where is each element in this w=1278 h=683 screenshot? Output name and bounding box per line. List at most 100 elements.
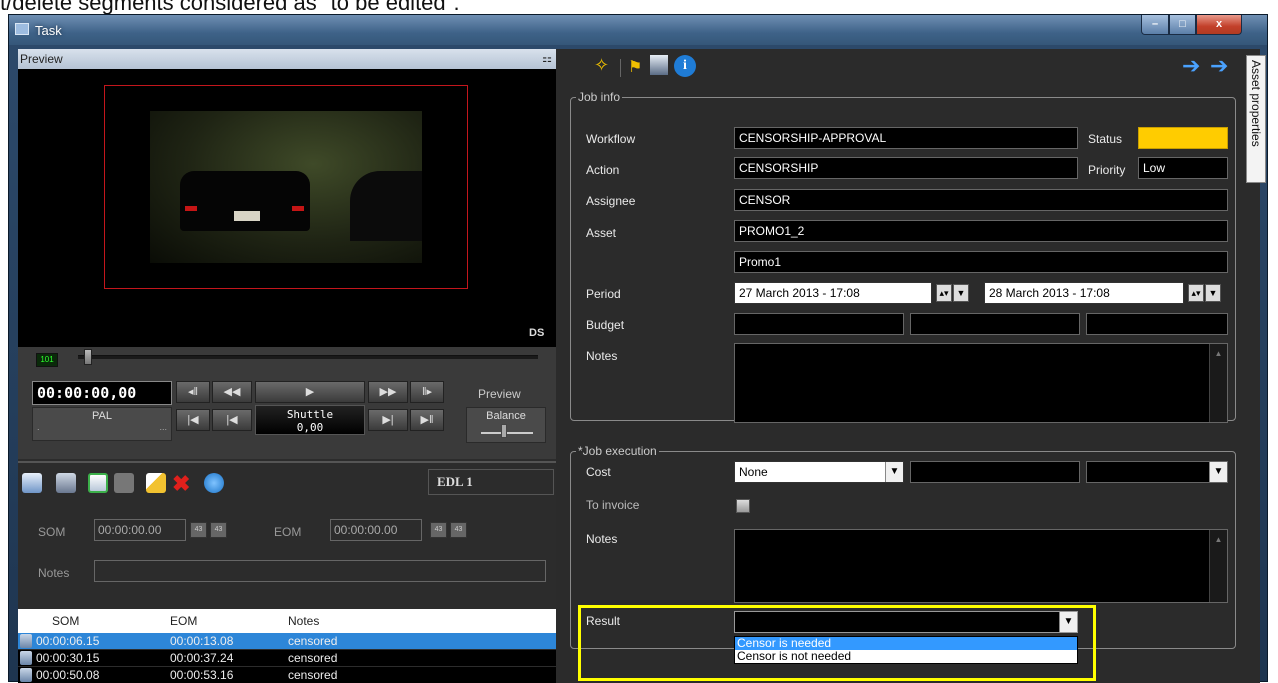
- rewind-button[interactable]: ◀◀: [212, 381, 252, 403]
- segment-row[interactable]: 00:00:06.15 00:00:13.08 censored: [18, 633, 556, 649]
- shuttle-control[interactable]: Shuttle 0,00: [255, 405, 365, 435]
- budget-field-1[interactable]: [734, 313, 904, 335]
- job-notes-textarea[interactable]: ▲▼: [734, 343, 1228, 423]
- print-icon[interactable]: [56, 473, 76, 493]
- go-to-end-button[interactable]: ▶‖: [410, 409, 444, 431]
- col-eom[interactable]: EOM: [170, 614, 197, 628]
- segment-icon: [20, 634, 32, 648]
- eom-set-b-button[interactable]: 43: [450, 522, 467, 538]
- result-dropdown-list: Censor is needed Censor is not needed: [734, 636, 1078, 664]
- segment-icon: [20, 668, 32, 682]
- cost-label: Cost: [586, 465, 611, 479]
- edl-notes-input[interactable]: [94, 560, 546, 582]
- som-set-a-button[interactable]: 43: [190, 522, 207, 538]
- segment-icon: [20, 651, 32, 665]
- video-viewport: DS: [18, 69, 556, 347]
- period-end-field[interactable]: 28 March 2013 - 17:08: [984, 282, 1184, 304]
- budget-field-2[interactable]: [910, 313, 1080, 335]
- preview-panel: Preview ⚏ DS 101 00:00:00,00 ◂‖ ◀◀ ▶ ▶▶ …: [18, 49, 556, 683]
- refresh-icon[interactable]: [204, 473, 224, 493]
- chevron-down-icon[interactable]: ▼: [885, 462, 903, 482]
- som-set-b-button[interactable]: 43: [210, 522, 227, 538]
- job-notes-scrollbar[interactable]: ▲▼: [1209, 344, 1227, 422]
- pal-label: PAL: [92, 410, 112, 422]
- chevron-down-icon[interactable]: ▼: [1059, 612, 1077, 632]
- page-caption: t/delete segments considered as "to be e…: [0, 0, 460, 15]
- step-forward-button[interactable]: ▶|: [368, 409, 408, 431]
- car-taillight-left: [185, 206, 197, 211]
- action-field[interactable]: CENSORSHIP: [734, 157, 1078, 179]
- task-window: Task – □ x Preview ⚏ DS 101 00:00:00,00 …: [8, 14, 1268, 683]
- period-start-spinner[interactable]: ▴▾: [936, 284, 952, 302]
- execution-notes-scrollbar[interactable]: ▲▼: [1209, 530, 1227, 602]
- next-frame-button[interactable]: ‖▸: [410, 381, 444, 403]
- timecode-display: 00:00:00,00: [32, 381, 172, 405]
- budget-label: Budget: [586, 318, 625, 332]
- cost-currency-select[interactable]: ▼: [1086, 461, 1228, 483]
- segment-eom: 00:00:37.24: [170, 651, 234, 665]
- shuttle-label: Shuttle: [286, 408, 334, 421]
- play-button[interactable]: ▶: [255, 381, 365, 403]
- flag-icon[interactable]: ⚑: [628, 57, 642, 77]
- asset-name-field[interactable]: Promo1: [734, 251, 1228, 273]
- execution-notes-textarea[interactable]: ▲▼: [734, 529, 1228, 603]
- position-slider-thumb[interactable]: [84, 349, 92, 365]
- col-notes[interactable]: Notes: [288, 614, 319, 628]
- segment-som: 00:00:50.08: [36, 668, 100, 682]
- prev-frame-button[interactable]: ◂‖: [176, 381, 210, 403]
- period-start-field[interactable]: 27 March 2013 - 17:08: [734, 282, 932, 304]
- col-som[interactable]: SOM: [52, 614, 79, 628]
- back-arrow-icon[interactable]: ➔: [1182, 53, 1200, 79]
- step-back-button[interactable]: |◀: [212, 409, 252, 431]
- cost-select[interactable]: None ▼: [734, 461, 904, 483]
- minimize-button[interactable]: –: [1141, 15, 1169, 35]
- assignee-label: Assignee: [586, 194, 636, 208]
- segment-row[interactable]: 00:00:30.15 00:00:37.24 censored: [18, 650, 556, 666]
- chevron-down-icon[interactable]: ▼: [1209, 462, 1227, 482]
- workflow-field[interactable]: CENSORSHIP-APPROVAL: [734, 127, 1078, 149]
- cost-amount-field[interactable]: [910, 461, 1080, 483]
- period-end-dropdown[interactable]: ▼: [1205, 284, 1221, 302]
- toolbar-separator: [620, 59, 621, 77]
- film-icon[interactable]: [568, 55, 590, 77]
- period-end-spinner[interactable]: ▴▾: [1188, 284, 1204, 302]
- result-option[interactable]: Censor is not needed: [735, 650, 1077, 663]
- info-icon[interactable]: i: [674, 55, 696, 77]
- go-to-start-button[interactable]: |◀: [176, 409, 210, 431]
- pal-dots: ...: [159, 422, 167, 432]
- balance-control[interactable]: Balance: [466, 407, 546, 443]
- som-input[interactable]: 00:00:00.00: [94, 519, 186, 541]
- car-plate: [234, 211, 260, 221]
- maximize-button[interactable]: □: [1169, 15, 1196, 35]
- fast-forward-button[interactable]: ▶▶: [368, 381, 408, 403]
- open-icon[interactable]: [22, 473, 42, 493]
- edl-notes-label: Notes: [38, 566, 70, 580]
- segment-row[interactable]: 00:00:50.08 00:00:53.16 censored: [18, 667, 556, 683]
- position-slider[interactable]: [78, 355, 538, 359]
- priority-field[interactable]: Low: [1138, 157, 1228, 179]
- asset-field[interactable]: PROMO1_2: [734, 220, 1228, 242]
- save-task-icon[interactable]: [650, 55, 668, 75]
- budget-field-3[interactable]: [1086, 313, 1228, 335]
- to-invoice-checkbox[interactable]: [736, 499, 750, 513]
- eom-set-a-button[interactable]: 43: [430, 522, 447, 538]
- close-button[interactable]: x: [1196, 15, 1242, 35]
- segment-eom: 00:00:53.16: [170, 668, 234, 682]
- period-start-dropdown[interactable]: ▼: [953, 284, 969, 302]
- add-segment-icon[interactable]: [88, 473, 108, 493]
- save-icon[interactable]: [114, 473, 134, 493]
- eom-label: EOM: [274, 525, 302, 539]
- delete-icon[interactable]: ✖: [172, 471, 190, 497]
- asset-properties-tab[interactable]: Asset properties: [1246, 55, 1266, 183]
- assignee-field[interactable]: CENSOR: [734, 189, 1228, 211]
- balance-thumb[interactable]: [501, 424, 507, 438]
- preview-mode-label: Preview: [478, 387, 521, 401]
- result-select[interactable]: ▼: [734, 611, 1078, 633]
- edit-icon[interactable]: [146, 473, 166, 493]
- forward-arrow-icon[interactable]: ➔: [1210, 53, 1228, 79]
- status-label: Status: [1088, 132, 1123, 146]
- workflow-icon[interactable]: ✧: [594, 55, 609, 76]
- pin-icon[interactable]: ⚏: [542, 49, 552, 69]
- status-indicator: [1138, 127, 1228, 149]
- eom-input[interactable]: 00:00:00.00: [330, 519, 422, 541]
